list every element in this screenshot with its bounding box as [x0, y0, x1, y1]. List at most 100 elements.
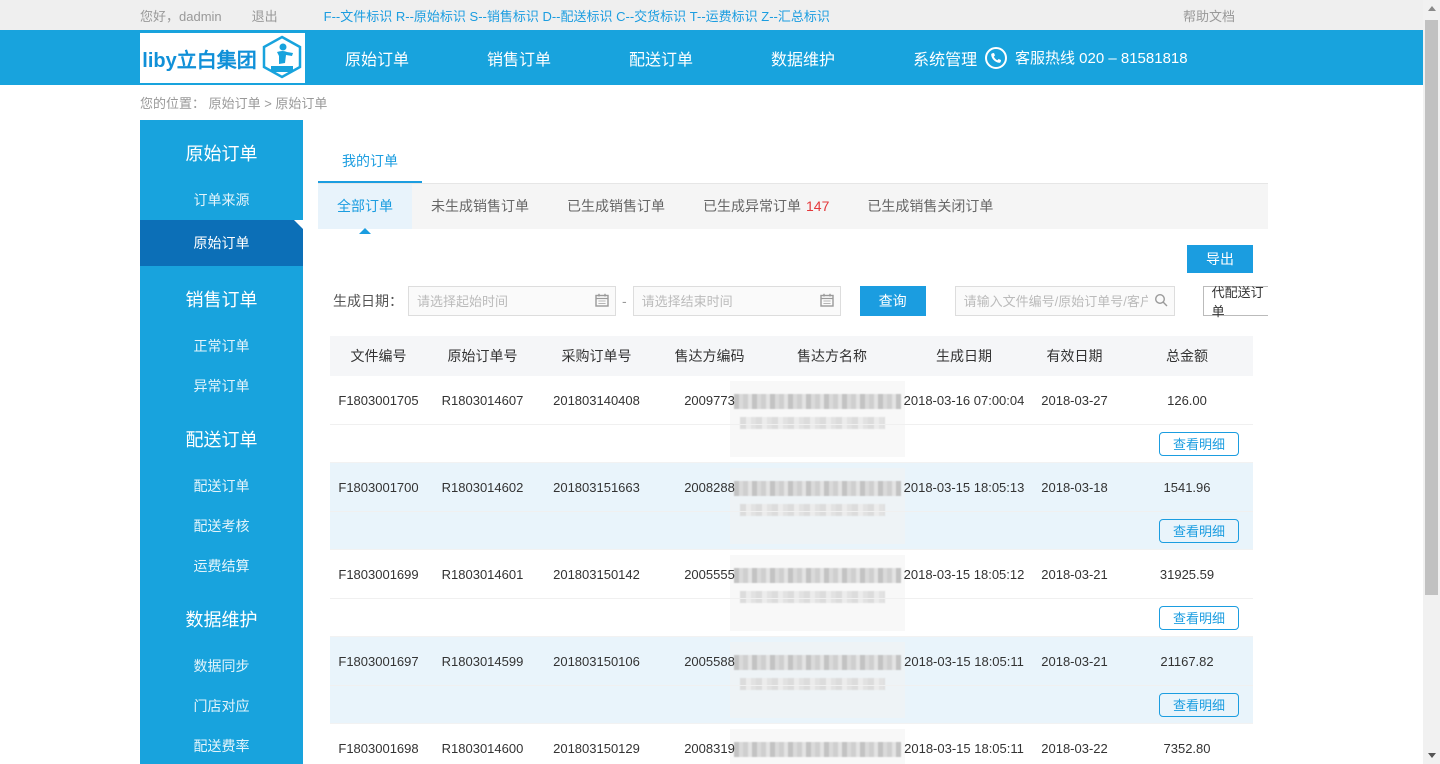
view-detail-button[interactable]: 查看明细 — [1158, 605, 1239, 630]
liby-logo[interactable]: liby立白集团 — [140, 33, 305, 83]
nav-item-1[interactable]: 原始订单 — [345, 46, 409, 70]
table-row: F1803001700 R1803014602 201803151663 200828… — [330, 463, 1253, 550]
range-separator: - — [622, 293, 627, 309]
subtab-1[interactable]: 全部订单 — [318, 184, 412, 229]
query-button[interactable]: 查询 — [859, 286, 926, 316]
phone-icon — [985, 46, 1007, 69]
row-data-line: F1803001705 R1803014607 201803140408 200977… — [330, 376, 1253, 424]
scrollbar-thumb[interactable] — [1425, 20, 1438, 595]
cell-original-no: R1803014602 — [441, 479, 524, 495]
column-header-2: 原始订单号 — [447, 348, 518, 364]
scroll-down-icon[interactable] — [1423, 747, 1440, 764]
table-row: F1803001699 R1803014601 201803150142 200555… — [330, 550, 1253, 637]
cell-soldto-code: 2005588 — [684, 653, 735, 669]
date-start-input[interactable] — [408, 286, 616, 316]
cell-amount: 21167.82 — [1160, 653, 1214, 669]
view-detail-button[interactable]: 查看明细 — [1158, 692, 1239, 717]
column-header-6: 生成日期 — [936, 348, 992, 364]
subtab-count-badge: 147 — [806, 198, 830, 214]
order-type-select[interactable]: 代配送订单 — [1202, 285, 1268, 319]
sidebar-item-1-2[interactable]: 原始订单 — [140, 220, 303, 266]
sidebar-menu: 原始订单 订单来源 原始订单 销售订单 正常订单 异常订单 配送订单 配送订单 配送考核 运费结算… — [140, 120, 303, 764]
cell-file-no: F1803001699 — [338, 566, 419, 582]
date-end-input[interactable] — [632, 286, 841, 316]
table-body: F1803001705 R1803014607 201803140408 200977… — [330, 376, 1253, 764]
logout-link[interactable]: 退出 — [252, 6, 278, 25]
table-row: F1803001698 R1803014600 201803150129 200831… — [330, 724, 1253, 764]
cell-created: 2018-03-15 18:05:12 — [903, 566, 1025, 582]
sidebar-item-3-3[interactable]: 运费结算 — [140, 546, 303, 586]
cell-original-no: R1803014601 — [441, 566, 524, 582]
cell-valid: 2018-03-21 — [1041, 653, 1108, 669]
hotline-text: 客服热线 020 – 81581818 — [1015, 50, 1188, 67]
help-doc-link[interactable]: 帮助文档 — [1183, 6, 1235, 25]
table-row: F1803001697 R1803014599 201803150106 200558… — [330, 637, 1253, 724]
row-detail-line: 查看明细 — [330, 424, 1253, 462]
code-legend: F--文件标识 R--原始标识 S--销售标识 D--配送标识 C--交货标识 … — [323, 8, 830, 24]
table-header-row: 文件编号 原始订单号 采购订单号 售达方编码 售达方名称 生成日期 有效日期 总金额 — [330, 336, 1253, 376]
breadcrumb-bar: 您的位置： 原始订单 > 原始订单 — [0, 85, 1423, 120]
cell-original-no: R1803014607 — [441, 392, 524, 408]
cell-soldto-code: 2008319 — [684, 740, 735, 756]
nav-item-5[interactable]: 系统管理 — [913, 46, 977, 70]
sidebar-item-4-2[interactable]: 门店对应 — [140, 686, 303, 726]
cell-amount: 31925.59 — [1159, 566, 1215, 582]
subtab-3[interactable]: 已生成销售订单 — [548, 184, 684, 229]
search-input[interactable] — [954, 286, 1175, 316]
cell-file-no: F1803001705 — [338, 392, 419, 408]
cell-file-no: F1803001697 — [338, 653, 419, 669]
cell-valid: 2018-03-21 — [1041, 566, 1108, 582]
cell-created: 2018-03-15 18:05:13 — [903, 479, 1025, 495]
cell-soldto-code: 2009773 — [684, 392, 735, 408]
cell-purchase-no: 201803150142 — [553, 566, 640, 582]
nav-item-2[interactable]: 销售订单 — [487, 46, 551, 70]
subtab-5[interactable]: 已生成销售关闭订单 — [848, 184, 1012, 229]
sidebar-group-header-2[interactable]: 销售订单 — [140, 266, 303, 326]
cell-valid: 2018-03-22 — [1041, 740, 1108, 756]
row-data-line: F1803001697 R1803014599 201803150106 200558… — [330, 637, 1253, 685]
tab-my-orders[interactable]: 我的订单 — [318, 140, 422, 183]
cell-valid: 2018-03-27 — [1041, 392, 1108, 408]
row-data-line: F1803001699 R1803014601 201803150142 200555… — [330, 550, 1253, 598]
column-header-1: 文件编号 — [350, 348, 407, 364]
view-detail-button[interactable]: 查看明细 — [1158, 518, 1239, 543]
tab-row: 我的订单 — [318, 140, 1268, 184]
sidebar-group-header-1[interactable]: 原始订单 — [140, 120, 303, 180]
row-data-line: F1803001698 R1803014600 201803150129 200831… — [330, 724, 1253, 764]
column-header-7: 有效日期 — [1046, 348, 1103, 364]
export-button[interactable]: 导出 — [1187, 245, 1253, 273]
nav-item-4[interactable]: 数据维护 — [771, 46, 835, 70]
main-content: 我的订单 全部订单 未生成销售订单 已生成销售订单 已生成异常订单 147 已生成销售关闭… — [318, 140, 1268, 764]
cell-file-no: F1803001700 — [338, 479, 419, 495]
sidebar-group-header-4[interactable]: 数据维护 — [140, 586, 303, 646]
date-range-label: 生成日期： — [333, 293, 403, 309]
sidebar-item-2-1[interactable]: 正常订单 — [140, 326, 303, 366]
cell-amount: 126.00 — [1167, 392, 1207, 408]
cell-created: 2018-03-15 18:05:11 — [904, 653, 1024, 669]
sidebar-group-header-3[interactable]: 配送订单 — [140, 406, 303, 466]
page-scrollbar[interactable] — [1423, 0, 1440, 764]
nav-item-3[interactable]: 配送订单 — [629, 46, 693, 70]
sidebar-item-3-2[interactable]: 配送考核 — [140, 506, 303, 546]
cell-amount: 7352.80 — [1163, 740, 1211, 756]
orders-table: 文件编号 原始订单号 采购订单号 售达方编码 售达方名称 生成日期 有效日期 总金额 F180… — [330, 336, 1253, 764]
hotline: 客服热线 020 – 81581818 — [985, 30, 1188, 85]
sidebar-item-4-1[interactable]: 数据同步 — [140, 646, 303, 686]
scroll-up-icon[interactable] — [1423, 0, 1440, 17]
cell-amount: 1541.96 — [1163, 479, 1211, 495]
subtab-2[interactable]: 未生成销售订单 — [412, 184, 548, 229]
logo-text: liby立白集团 — [142, 49, 257, 72]
sidebar-item-1-1[interactable]: 订单来源 — [140, 180, 303, 220]
row-data-line: F1803001700 R1803014602 201803151663 200828… — [330, 463, 1253, 511]
view-detail-button[interactable]: 查看明细 — [1158, 431, 1239, 456]
column-header-5: 售达方名称 — [797, 348, 867, 364]
cell-valid: 2018-03-18 — [1041, 479, 1108, 495]
subtab-4[interactable]: 已生成异常订单 147 — [684, 184, 848, 229]
sidebar-item-3-1[interactable]: 配送订单 — [140, 466, 303, 506]
cell-purchase-no: 201803151663 — [553, 479, 640, 495]
row-detail-line: 查看明细 — [330, 685, 1253, 723]
nav-menu: 原始订单 销售订单 配送订单 数据维护 系统管理 — [345, 30, 977, 85]
breadcrumb: 您的位置： 原始订单 > 原始订单 — [140, 96, 328, 111]
sidebar-item-2-2[interactable]: 异常订单 — [140, 366, 303, 406]
sidebar-item-4-3[interactable]: 配送费率 — [140, 726, 303, 764]
